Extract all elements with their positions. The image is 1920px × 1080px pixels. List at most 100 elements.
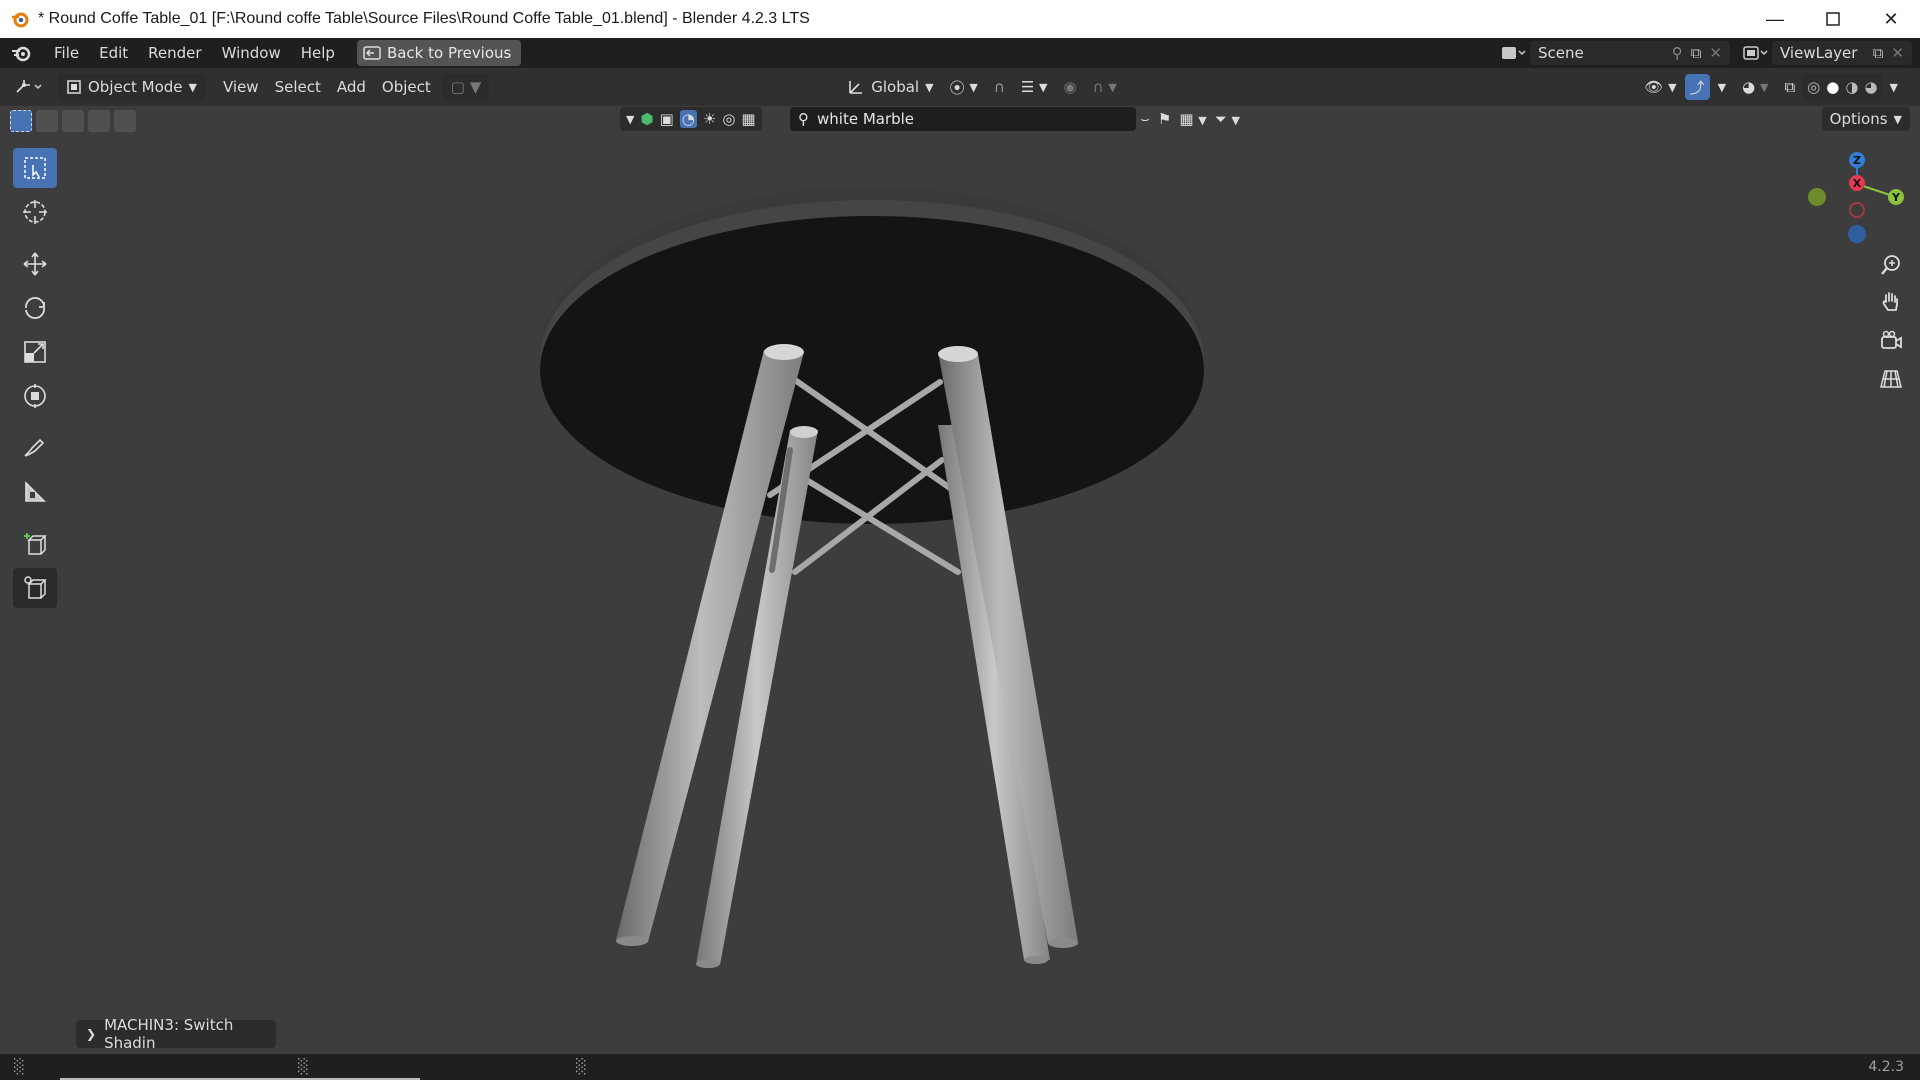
- viewlayer-name-field[interactable]: ViewLayer ⧉ ✕: [1772, 41, 1912, 65]
- add-cube-tool[interactable]: [13, 524, 57, 564]
- navigation-gizmo[interactable]: Z X Y: [1800, 148, 1910, 248]
- scene-name-field[interactable]: Scene ⚲ ⧉ ✕: [1530, 41, 1730, 65]
- display-mode-icon[interactable]: ▦ ▼: [1179, 110, 1206, 128]
- select-box-tool[interactable]: [13, 148, 57, 188]
- orientation-icon: [849, 81, 863, 94]
- wireframe-shading-icon[interactable]: ◎: [1807, 78, 1820, 96]
- gizmo-dropdown-icon[interactable]: ▼: [1710, 74, 1734, 100]
- xray-toggle-icon[interactable]: ⧉: [1776, 74, 1803, 100]
- bookmark-icon[interactable]: ⚑: [1158, 110, 1171, 128]
- solid-mode-icon[interactable]: ◔: [679, 110, 697, 128]
- scene-selector-icon[interactable]: [1496, 44, 1530, 62]
- scale-icon: [24, 341, 46, 363]
- viewlayer-selector-icon[interactable]: [1738, 44, 1772, 62]
- delete-scene-icon[interactable]: ✕: [1709, 44, 1722, 62]
- window-titlebar: * Round Coffe Table_01 [F:\Round coffe T…: [0, 0, 1920, 38]
- transform-tool[interactable]: [13, 376, 57, 416]
- gizmo-toggle-icon[interactable]: ⤴: [1684, 74, 1710, 100]
- gizmo-neg-y-axis[interactable]: [1808, 188, 1826, 206]
- gizmo-y-label: Y: [1891, 191, 1901, 204]
- object-data-icon[interactable]: ▣: [660, 110, 674, 128]
- maximize-button[interactable]: [1804, 0, 1862, 38]
- object-mode-icon: [67, 80, 81, 94]
- camera-view-button[interactable]: [1874, 324, 1908, 358]
- scale-tool[interactable]: [13, 332, 57, 372]
- material-ball-icon[interactable]: ⬢: [640, 110, 653, 128]
- object-mode-dropdown[interactable]: Object Mode ▼: [58, 74, 205, 100]
- last-operator-panel[interactable]: ❯ MACHIN3: Switch Shadin: [76, 1016, 276, 1052]
- menu-render[interactable]: Render: [138, 38, 211, 68]
- snap-target-icon[interactable]: ☰ ▼: [1013, 74, 1056, 100]
- pivot-point-icon[interactable]: ⦿ ▼: [942, 74, 986, 100]
- delete-viewlayer-icon[interactable]: ✕: [1891, 44, 1904, 62]
- new-scene-icon[interactable]: ⧉: [1691, 44, 1702, 62]
- gizmo-neg-z-axis[interactable]: [1848, 225, 1866, 243]
- transform-orientation-label: Global: [871, 78, 920, 96]
- menu-window[interactable]: Window: [212, 38, 291, 68]
- gizmo-neg-x-axis[interactable]: [1849, 202, 1865, 218]
- select-invert-icon[interactable]: [88, 110, 110, 132]
- move-icon: [23, 252, 47, 276]
- window-title: * Round Coffe Table_01 [F:\Round coffe T…: [38, 10, 810, 27]
- zoom-button[interactable]: [1874, 248, 1908, 282]
- rotate-tool[interactable]: [13, 288, 57, 328]
- curve-icon[interactable]: ⌣: [1140, 110, 1150, 128]
- select-intersect-icon[interactable]: [114, 110, 136, 132]
- close-window-button[interactable]: ✕: [1862, 0, 1920, 38]
- material-search-field[interactable]: ⚲ white Marble: [790, 107, 1136, 131]
- camera-icon: [1881, 330, 1902, 349]
- status-bar: ░ ░ ░ 4.2.3: [0, 1054, 1920, 1080]
- gizmo-x-label: X: [1853, 177, 1862, 190]
- minimize-button[interactable]: —: [1746, 0, 1804, 38]
- scene-name: Scene: [1538, 44, 1584, 62]
- zoom-magnifier-icon: [1881, 255, 1900, 275]
- menu-file[interactable]: File: [44, 38, 89, 68]
- mouse-middle-icon: ░: [298, 1059, 309, 1075]
- texture-icon[interactable]: ▦: [741, 110, 755, 128]
- chevron-down-icon[interactable]: ▼: [626, 113, 634, 126]
- menu-select[interactable]: Select: [267, 74, 329, 100]
- lighting-icon[interactable]: ☀: [703, 110, 716, 128]
- chevron-right-icon: ❯: [86, 1027, 97, 1041]
- move-tool[interactable]: [13, 244, 57, 284]
- 3d-viewport[interactable]: [0, 106, 1920, 1054]
- pin-icon[interactable]: ⚲: [1672, 44, 1683, 62]
- menu-view[interactable]: View: [215, 74, 267, 100]
- object-gizmo-dropdown[interactable]: ▢ ▼: [442, 74, 490, 100]
- material-tools-group: ▼ ⬢ ▣ ◔ ☀ ◎ ▦: [620, 107, 762, 131]
- editor-type-selector[interactable]: [6, 74, 52, 100]
- annotate-tool[interactable]: [13, 428, 57, 468]
- menu-object[interactable]: Object: [374, 74, 439, 100]
- options-label: Options: [1829, 110, 1888, 128]
- falloff-curve-icon[interactable]: ∩ ▼: [1085, 74, 1125, 100]
- pan-button[interactable]: [1874, 285, 1908, 319]
- options-dropdown[interactable]: Options ▼: [1821, 107, 1910, 131]
- snap-magnet-icon[interactable]: ∩: [986, 74, 1013, 100]
- select-subtract-icon[interactable]: [62, 110, 84, 132]
- filter-icon[interactable]: ⏷ ▼: [1215, 110, 1240, 128]
- measure-tool[interactable]: [13, 472, 57, 512]
- blender-logo-icon[interactable]: [10, 42, 32, 64]
- blender-app-icon: [12, 12, 29, 28]
- new-viewlayer-icon[interactable]: ⧉: [1873, 44, 1884, 62]
- back-button-label: Back to Previous: [386, 44, 512, 62]
- visibility-eye-icon[interactable]: 👁 ▼: [1636, 74, 1684, 100]
- cursor-tool[interactable]: [13, 192, 57, 232]
- perspective-toggle-button[interactable]: [1874, 362, 1908, 396]
- select-new-icon[interactable]: [10, 110, 32, 132]
- material-shading-icon[interactable]: ◑: [1845, 78, 1858, 96]
- menu-help[interactable]: Help: [291, 38, 345, 68]
- solid-shading-icon[interactable]: ●: [1826, 78, 1839, 96]
- shading-options-icon[interactable]: ▼: [1882, 74, 1906, 100]
- menu-add[interactable]: Add: [329, 74, 374, 100]
- select-extend-icon[interactable]: [36, 110, 58, 132]
- overlay-toggle-icon[interactable]: ◕ ▼: [1734, 74, 1776, 100]
- edit-tools-group[interactable]: [13, 568, 57, 608]
- menu-edit[interactable]: Edit: [89, 38, 138, 68]
- transform-orientation-dropdown[interactable]: Global ▼: [839, 74, 941, 100]
- add-cube-icon: [24, 533, 47, 555]
- proportional-edit-icon[interactable]: ◉: [1056, 74, 1085, 100]
- world-icon[interactable]: ◎: [722, 110, 735, 128]
- back-to-previous-button[interactable]: Back to Previous: [356, 40, 522, 66]
- rendered-shading-icon[interactable]: ◕: [1864, 78, 1877, 96]
